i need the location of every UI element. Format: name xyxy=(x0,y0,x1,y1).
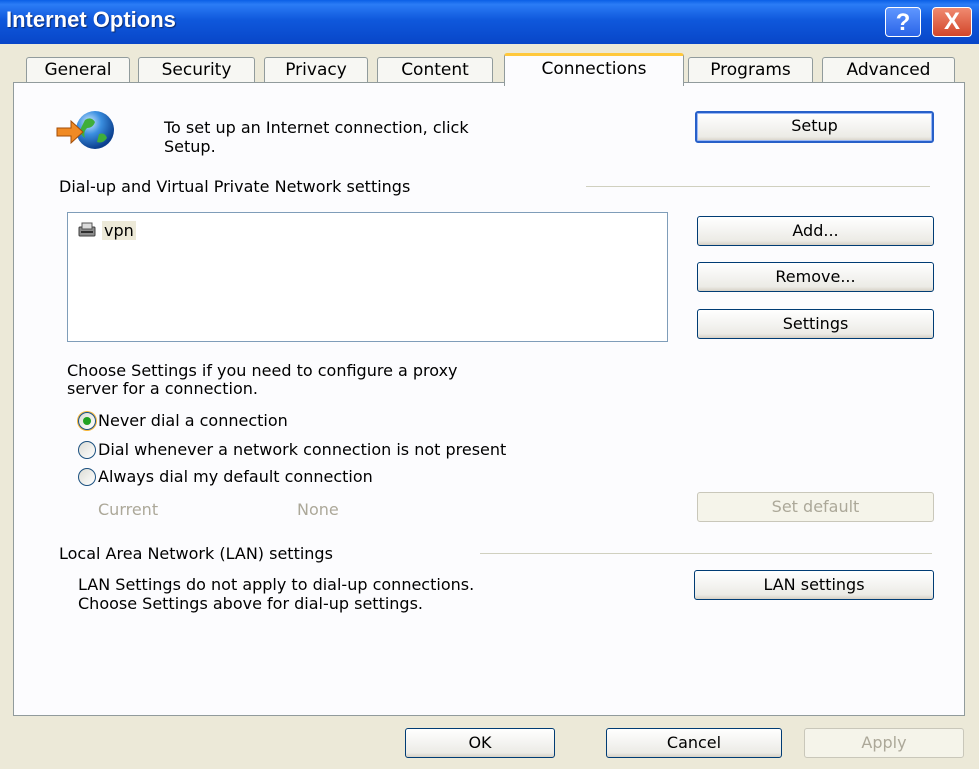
proxy-hint-line1: Choose Settings if you need to configure… xyxy=(67,361,458,380)
current-label: Current xyxy=(98,500,159,519)
lan-text-line1: LAN Settings do not apply to dial-up con… xyxy=(78,575,475,594)
vpn-entry-label: vpn xyxy=(102,221,136,240)
tab-content[interactable]: Content xyxy=(377,57,493,83)
close-button[interactable]: X xyxy=(932,7,972,37)
tab-advanced[interactable]: Advanced xyxy=(822,57,955,83)
cancel-button[interactable]: Cancel xyxy=(606,728,782,758)
list-item[interactable]: vpn xyxy=(76,219,186,241)
ok-button[interactable]: OK xyxy=(405,728,555,758)
dial-whenever-label[interactable]: Dial whenever a network connection is no… xyxy=(98,440,506,459)
setup-text-line1: To set up an Internet connection, click xyxy=(164,118,469,137)
remove-button[interactable]: Remove... xyxy=(697,262,934,292)
globe-arrow-icon xyxy=(55,108,119,154)
connection-listbox[interactable]: vpn xyxy=(67,212,668,342)
radio-always-dial[interactable] xyxy=(78,468,96,486)
window-title: Internet Options xyxy=(6,7,176,32)
tab-privacy[interactable]: Privacy xyxy=(264,57,368,83)
never-dial-label[interactable]: Never dial a connection xyxy=(98,411,288,430)
group-divider xyxy=(480,553,932,554)
tab-general[interactable]: General xyxy=(26,57,130,83)
setup-text-line2: Setup. xyxy=(164,137,216,156)
add-button[interactable]: Add... xyxy=(697,216,934,246)
group-divider xyxy=(586,186,930,187)
tab-security[interactable]: Security xyxy=(138,57,255,83)
tab-connections[interactable]: Connections xyxy=(504,53,684,86)
radio-dot xyxy=(83,417,91,425)
current-value: None xyxy=(297,500,339,519)
lan-settings-button[interactable]: LAN settings xyxy=(694,570,934,600)
proxy-hint-line2: server for a connection. xyxy=(67,379,258,398)
setup-button[interactable]: Setup xyxy=(695,111,934,143)
network-connection-icon xyxy=(76,221,98,239)
help-button[interactable]: ? xyxy=(885,7,921,37)
lan-group-label: Local Area Network (LAN) settings xyxy=(59,544,333,563)
always-dial-label[interactable]: Always dial my default connection xyxy=(98,467,373,486)
apply-button[interactable]: Apply xyxy=(804,728,964,758)
settings-button[interactable]: Settings xyxy=(697,309,934,339)
radio-dial-whenever[interactable] xyxy=(78,441,96,459)
set-default-button[interactable]: Set default xyxy=(697,492,934,522)
lan-text-line2: Choose Settings above for dial-up settin… xyxy=(78,594,423,613)
dialup-group-label: Dial-up and Virtual Private Network sett… xyxy=(59,177,411,196)
title-bar[interactable]: Internet Options ? X xyxy=(0,0,979,44)
radio-never-dial[interactable] xyxy=(78,412,96,430)
tab-programs[interactable]: Programs xyxy=(688,57,813,83)
